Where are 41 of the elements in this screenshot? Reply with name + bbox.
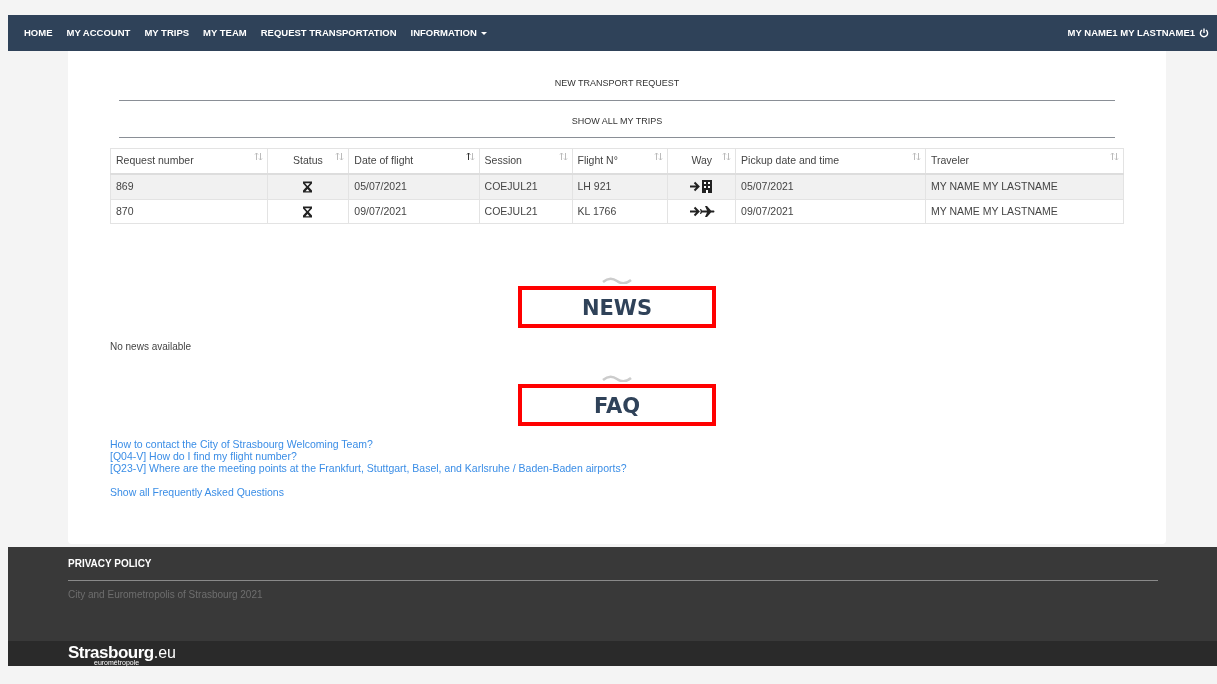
empty-news-text: No news available — [110, 340, 193, 355]
table-cell: 870 — [110, 199, 268, 224]
sort-icon[interactable] — [465, 152, 475, 161]
table-cell: LH 921 — [572, 173, 668, 199]
table-cell: MY NAME MY LASTNAME — [925, 173, 1124, 199]
faq-link[interactable]: [Q23-V] Where are the meeting points at the Frankfurt, Stuttgart, Basel, and Karlsruhe / Baden-Baden airports? — [110, 462, 1124, 475]
power-icon[interactable] — [1199, 28, 1209, 38]
column-header[interactable]: Status — [267, 148, 349, 174]
table-cell: 09/07/2021 — [348, 199, 480, 224]
column-header[interactable]: Date of flight — [348, 148, 480, 174]
table-cell: COEJUL21 — [479, 199, 572, 224]
faq-link[interactable]: How to contact the City of Strasbourg Welcoming Team? — [110, 438, 1124, 451]
table-cell: 05/07/2021 — [348, 173, 480, 199]
nav-link-item[interactable]: MY TEAM — [203, 25, 247, 41]
action-link[interactable]: SHOW ALL MY TRIPS — [110, 110, 1124, 137]
show-all-faq-link[interactable]: Show all Frequently Asked Questions — [110, 486, 1124, 499]
table-cell: MY NAME MY LASTNAME — [925, 199, 1124, 224]
column-header[interactable]: Request number — [110, 148, 268, 174]
wave-icon — [601, 374, 633, 383]
column-header[interactable]: Flight N° — [572, 148, 668, 174]
nav-link-item[interactable]: HOME — [24, 25, 53, 41]
wave-icon — [601, 276, 633, 285]
action-link[interactable]: NEW TRANSPORT REQUEST — [110, 73, 1124, 100]
nav-link-item[interactable]: MY ACCOUNT — [66, 25, 131, 41]
table-cell: KL 1766 — [572, 199, 668, 224]
table-cell: COEJUL21 — [479, 173, 572, 199]
table-cell: 869 — [110, 173, 268, 199]
column-header[interactable]: Way — [667, 148, 736, 174]
section-heading: FAQ — [518, 384, 716, 427]
table-cell: 09/07/2021 — [735, 199, 926, 224]
dropdown-link[interactable]: INFORMATION — [410, 25, 487, 41]
table-cell: 05/07/2021 — [735, 173, 926, 199]
column-header[interactable]: Pickup date and time — [735, 148, 926, 174]
column-header[interactable]: Session — [479, 148, 572, 174]
nav-link-item[interactable]: REQUEST TRANSPORTATION — [260, 25, 397, 41]
faq-link[interactable]: [Q04-V] How do I find my flight number? — [110, 450, 1124, 463]
privacy-policy-link[interactable]: PRIVACY POLICY — [68, 558, 152, 569]
nav-link-item[interactable]: MY TRIPS — [144, 25, 190, 41]
column-header[interactable]: Traveler — [925, 148, 1124, 174]
user-name[interactable]: MY NAME1 MY LASTNAME1 — [1067, 25, 1195, 41]
section-heading: NEWS — [518, 286, 716, 329]
